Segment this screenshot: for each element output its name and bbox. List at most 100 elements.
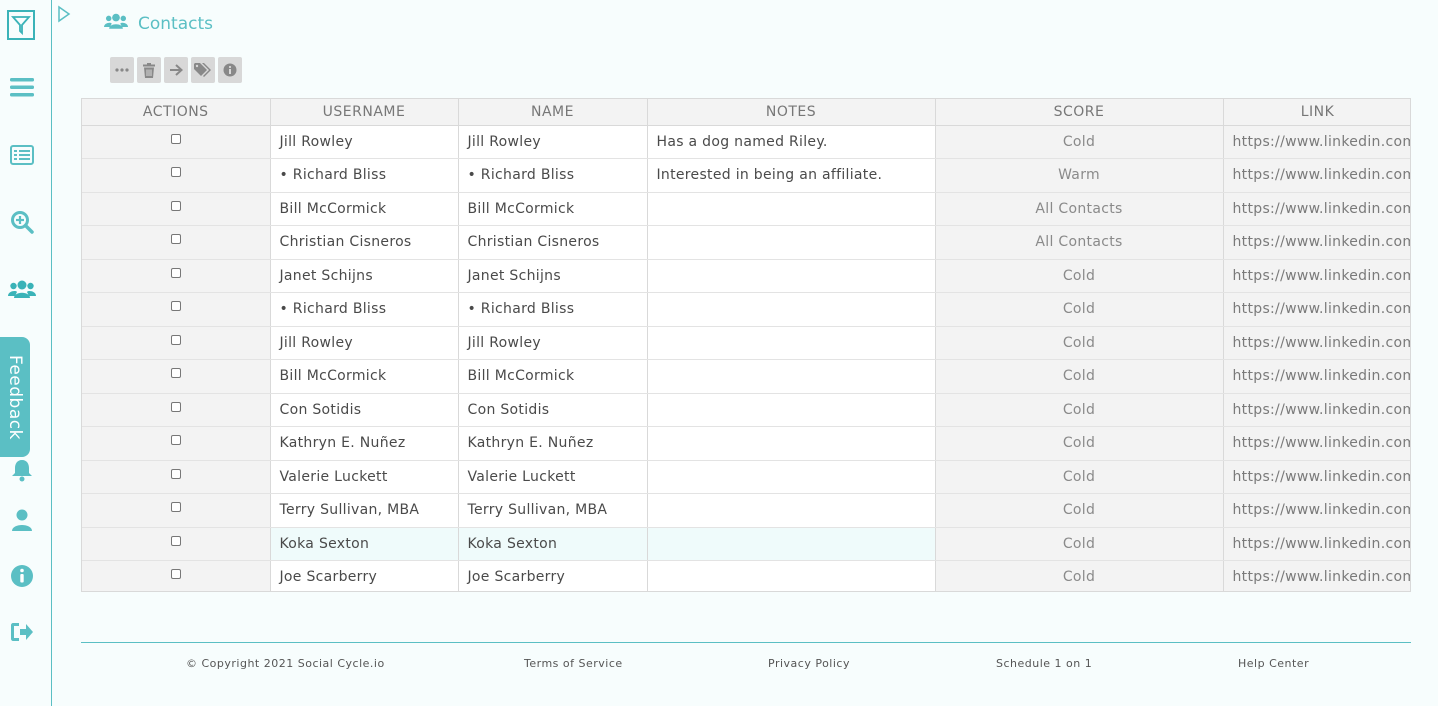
column-header-name[interactable]: NAME	[458, 99, 648, 126]
name-cell: Jill Rowley	[458, 326, 648, 360]
link-cell[interactable]: https://www.linkedin.com	[1223, 225, 1410, 260]
column-header-username[interactable]: USERNAME	[270, 99, 459, 126]
page-title-text: Contacts	[138, 13, 213, 34]
row-select-checkbox[interactable]	[170, 133, 181, 144]
link-cell[interactable]: https://www.linkedin.com	[1223, 527, 1410, 561]
column-header-link[interactable]: LINK	[1223, 99, 1410, 126]
table-row[interactable]: Jill Rowley Jill Rowley Cold https://www.li…	[82, 326, 1410, 360]
name-cell: Bill McCormick	[458, 359, 648, 394]
link-cell[interactable]: https://www.linkedin.com	[1223, 158, 1410, 193]
username-cell: Con Sotidis	[270, 393, 459, 427]
more-icon[interactable]	[110, 57, 134, 83]
logout-icon[interactable]	[8, 618, 36, 646]
column-header-notes[interactable]: NOTES	[647, 99, 936, 126]
footer-privacy-link[interactable]: Privacy Policy	[768, 657, 850, 670]
table-row[interactable]: Bill McCormick Bill McCormick All Contacts…	[82, 192, 1410, 226]
table-row[interactable]: Janet Schijns Janet Schijns Cold https://ww…	[82, 259, 1410, 293]
link-cell[interactable]: https://www.linkedin.com	[1223, 359, 1410, 394]
contacts-icon[interactable]	[8, 275, 36, 303]
footer-terms-link[interactable]: Terms of Service	[524, 657, 623, 670]
arrow-right-icon[interactable]	[164, 57, 188, 83]
row-actions-cell	[82, 460, 271, 494]
notes-cell	[647, 192, 936, 226]
filter-logo-icon[interactable]	[7, 10, 35, 40]
table-row[interactable]: Terry Sullivan, MBA Terry Sullivan, MBA Co…	[82, 493, 1410, 528]
row-actions-cell	[82, 125, 271, 159]
row-select-checkbox[interactable]	[170, 200, 181, 211]
score-cell: Cold	[935, 259, 1224, 293]
trash-icon[interactable]	[137, 57, 161, 83]
column-header-score[interactable]: SCORE	[935, 99, 1224, 126]
table-row[interactable]: Bill McCormick Bill McCormick Cold https://…	[82, 359, 1410, 394]
score-cell: Cold	[935, 393, 1224, 427]
score-cell: Cold	[935, 125, 1224, 159]
table-row[interactable]: Valerie Luckett Valerie Luckett Cold https:…	[82, 460, 1410, 494]
name-cell: Janet Schijns	[458, 259, 648, 293]
list-icon[interactable]	[8, 141, 36, 169]
table-row[interactable]: Con Sotidis Con Sotidis Cold https://www.li…	[82, 393, 1410, 427]
row-select-checkbox[interactable]	[170, 502, 181, 512]
link-cell[interactable]: https://www.linkedin.com	[1223, 560, 1410, 591]
table-row[interactable]: Kathryn E. Nuñez Kathryn E. Nuñez Cold http…	[82, 426, 1410, 461]
username-cell: Terry Sullivan, MBA	[270, 493, 459, 528]
row-select-checkbox[interactable]	[170, 535, 181, 546]
table-row[interactable]: Joe Scarberry Joe Scarberry Cold https://ww…	[82, 560, 1410, 591]
username-cell: Jill Rowley	[270, 326, 459, 360]
bell-icon[interactable]	[8, 456, 36, 484]
notes-cell	[647, 359, 936, 394]
column-header-actions[interactable]: ACTIONS	[82, 99, 271, 126]
username-cell: • Richard Bliss	[270, 292, 459, 327]
expand-sidebar-icon[interactable]	[57, 5, 71, 23]
row-select-checkbox[interactable]	[170, 401, 181, 412]
score-cell: Cold	[935, 527, 1224, 561]
row-actions-cell	[82, 158, 271, 193]
name-cell: Valerie Luckett	[458, 460, 648, 494]
footer-help-link[interactable]: Help Center	[1238, 657, 1309, 670]
link-cell[interactable]: https://www.linkedin.com	[1223, 125, 1410, 159]
feedback-tab[interactable]: Feedback	[0, 337, 30, 457]
username-cell: Christian Cisneros	[270, 225, 459, 260]
footer-schedule-link[interactable]: Schedule 1 on 1	[996, 657, 1092, 670]
table-row[interactable]: Koka Sexton Koka Sexton Cold https://www.li…	[82, 527, 1410, 561]
row-select-checkbox[interactable]	[170, 435, 181, 445]
table-row[interactable]: • Richard Bliss • Richard Bliss Interested…	[82, 158, 1410, 193]
link-cell[interactable]: https://www.linkedin.com	[1223, 426, 1410, 461]
row-select-checkbox[interactable]	[170, 368, 181, 378]
link-cell[interactable]: https://www.linkedin.com	[1223, 292, 1410, 327]
link-cell[interactable]: https://www.linkedin.com	[1223, 460, 1410, 494]
link-cell[interactable]: https://www.linkedin.com	[1223, 259, 1410, 293]
score-cell: Cold	[935, 560, 1224, 591]
notes-cell	[647, 259, 936, 293]
row-select-checkbox[interactable]	[170, 167, 181, 177]
link-cell[interactable]: https://www.linkedin.com	[1223, 493, 1410, 528]
link-cell[interactable]: https://www.linkedin.com	[1223, 192, 1410, 226]
notes-cell	[647, 225, 936, 260]
link-cell[interactable]: https://www.linkedin.com	[1223, 326, 1410, 360]
username-cell: Jill Rowley	[270, 125, 459, 159]
tags-icon[interactable]	[191, 57, 215, 83]
row-select-checkbox[interactable]	[170, 267, 181, 278]
row-select-checkbox[interactable]	[170, 334, 181, 345]
row-select-checkbox[interactable]	[170, 468, 181, 479]
menu-icon[interactable]	[8, 73, 36, 101]
row-actions-cell	[82, 225, 271, 260]
notes-cell	[647, 527, 936, 561]
search-zoom-icon[interactable]	[8, 208, 36, 236]
score-cell: All Contacts	[935, 225, 1224, 260]
row-select-checkbox[interactable]	[170, 301, 181, 311]
name-cell: Jill Rowley	[458, 125, 648, 159]
name-cell: Joe Scarberry	[458, 560, 648, 591]
info-icon[interactable]	[218, 57, 242, 83]
table-row[interactable]: Jill Rowley Jill Rowley Has a dog named Ri…	[82, 125, 1410, 159]
score-cell: Cold	[935, 460, 1224, 494]
table-row[interactable]: Christian Cisneros Christian Cisneros All …	[82, 225, 1410, 260]
score-cell: Cold	[935, 359, 1224, 394]
info-icon[interactable]	[8, 562, 36, 590]
score-cell: Cold	[935, 493, 1224, 528]
table-row[interactable]: • Richard Bliss • Richard Bliss Cold https:…	[82, 292, 1410, 327]
row-select-checkbox[interactable]	[170, 569, 181, 579]
user-icon[interactable]	[8, 506, 36, 534]
link-cell[interactable]: https://www.linkedin.com	[1223, 393, 1410, 427]
row-select-checkbox[interactable]	[170, 234, 181, 244]
feedback-label: Feedback	[5, 354, 25, 440]
